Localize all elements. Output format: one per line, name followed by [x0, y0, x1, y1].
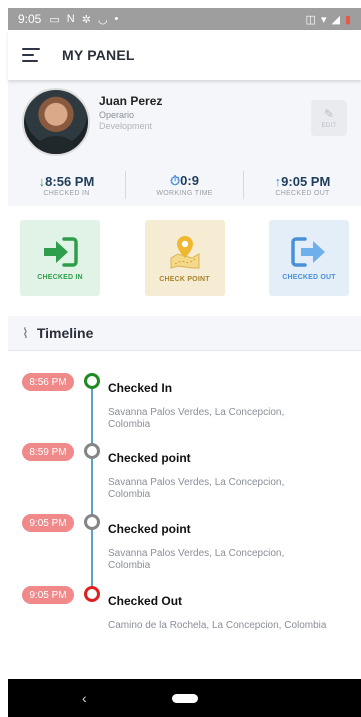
check-out-button[interactable]: CHECKED OUT: [269, 220, 349, 296]
timeline-title: Timeline: [36, 325, 94, 341]
event-time-badge: 8:59 PM: [22, 443, 74, 461]
check-in-label: CHECKED IN: [37, 273, 83, 281]
route-icon: ⌇: [22, 324, 29, 341]
logout-arrow-icon: [291, 236, 325, 267]
status-dot: [84, 514, 100, 530]
app-icon: ◡: [97, 13, 108, 26]
status-dot: [84, 443, 100, 459]
event-address: Savanna Palos Verdes, La Concepcion, Col…: [108, 407, 285, 430]
status-dot: [84, 373, 100, 389]
working-time: ⏱0:9 WORKING TIME: [126, 173, 243, 197]
time-summary: ↓8:56 PM CHECKED IN ⏱0:9 WORKING TIME ↑9…: [8, 166, 361, 206]
event-title: Checked point: [108, 451, 191, 465]
settings-icon: ✲: [81, 13, 91, 26]
check-point-button[interactable]: CHECK POINT: [144, 220, 225, 296]
profile-role: Operario: [99, 110, 135, 120]
phone-screen: 9:05 ▭ N ✲ ◡ • ◫ ▾ ◢ ▮ MY PANEL Juan Per…: [8, 8, 361, 717]
wifi-icon: ▾: [320, 13, 327, 26]
profile-card: Juan Perez Operario Development ✎ EDIT: [8, 80, 361, 166]
battery-icon: ▮: [344, 13, 351, 26]
timeline: 8:56 PM Checked In Savanna Palos Verdes,…: [8, 351, 361, 662]
checked-in-time: ↓8:56 PM CHECKED IN: [8, 174, 125, 197]
checked-in-label: CHECKED IN: [43, 189, 90, 197]
checked-in-value: 8:56 PM: [45, 173, 95, 189]
profile-name: Juan Perez: [99, 94, 163, 108]
timeline-line: [91, 378, 93, 594]
page-title: MY PANEL: [62, 47, 135, 63]
dot-icon: •: [114, 13, 119, 25]
profile-department: Development: [99, 121, 153, 131]
vibrate-icon: ◫: [305, 13, 316, 26]
check-out-label: CHECKED OUT: [282, 273, 336, 281]
check-in-button[interactable]: CHECKED IN: [20, 220, 100, 296]
edit-button[interactable]: ✎ EDIT: [311, 100, 347, 136]
event-title: Checked point: [108, 522, 191, 536]
login-arrow-icon: [44, 236, 78, 267]
edit-label: EDIT: [321, 123, 337, 129]
event-time-badge: 9:05 PM: [22, 586, 74, 604]
event-address: Savanna Palos Verdes, La Concepcion, Col…: [108, 548, 285, 571]
status-dot: [84, 586, 100, 602]
working-time-value: 0:9: [180, 173, 199, 188]
edit-icon: ✎: [323, 107, 335, 121]
working-time-label: WORKING TIME: [156, 190, 213, 197]
message-icon: ▭: [49, 13, 60, 26]
event-title: Checked Out: [108, 594, 183, 608]
map-pin-icon: [170, 235, 199, 269]
checked-out-value: 9:05 PM: [281, 173, 331, 189]
stopwatch-icon: ⏱: [170, 173, 181, 188]
event-time-badge: 8:56 PM: [22, 373, 74, 391]
notification-icon: N: [66, 13, 75, 25]
avatar: [22, 88, 90, 156]
check-point-label: CHECK POINT: [159, 275, 210, 283]
status-bar: 9:05 ▭ N ✲ ◡ • ◫ ▾ ◢ ▮: [8, 8, 361, 30]
back-chevron-icon[interactable]: ‹: [82, 690, 87, 706]
app-bar: MY PANEL: [8, 30, 361, 80]
checked-out-label: CHECKED OUT: [275, 189, 330, 197]
action-buttons: CHECKED IN CHECK POINT CHECKED OUT: [8, 206, 361, 316]
event-time-badge: 9:05 PM: [22, 514, 74, 532]
home-pill-icon[interactable]: [172, 693, 198, 703]
signal-icon: ◢: [331, 13, 340, 26]
timeline-header: ⌇ Timeline: [8, 316, 361, 351]
event-address: Savanna Palos Verdes, La Concepcion, Col…: [108, 477, 285, 500]
system-nav-bar: ‹: [8, 679, 361, 717]
menu-icon[interactable]: [22, 48, 40, 62]
status-time: 9:05: [18, 12, 42, 26]
event-title: Checked In: [108, 381, 173, 395]
checked-out-time: ↑9:05 PM CHECKED OUT: [244, 174, 361, 197]
event-address: Camino de la Rochela, La Concepcion, Col…: [108, 620, 327, 631]
